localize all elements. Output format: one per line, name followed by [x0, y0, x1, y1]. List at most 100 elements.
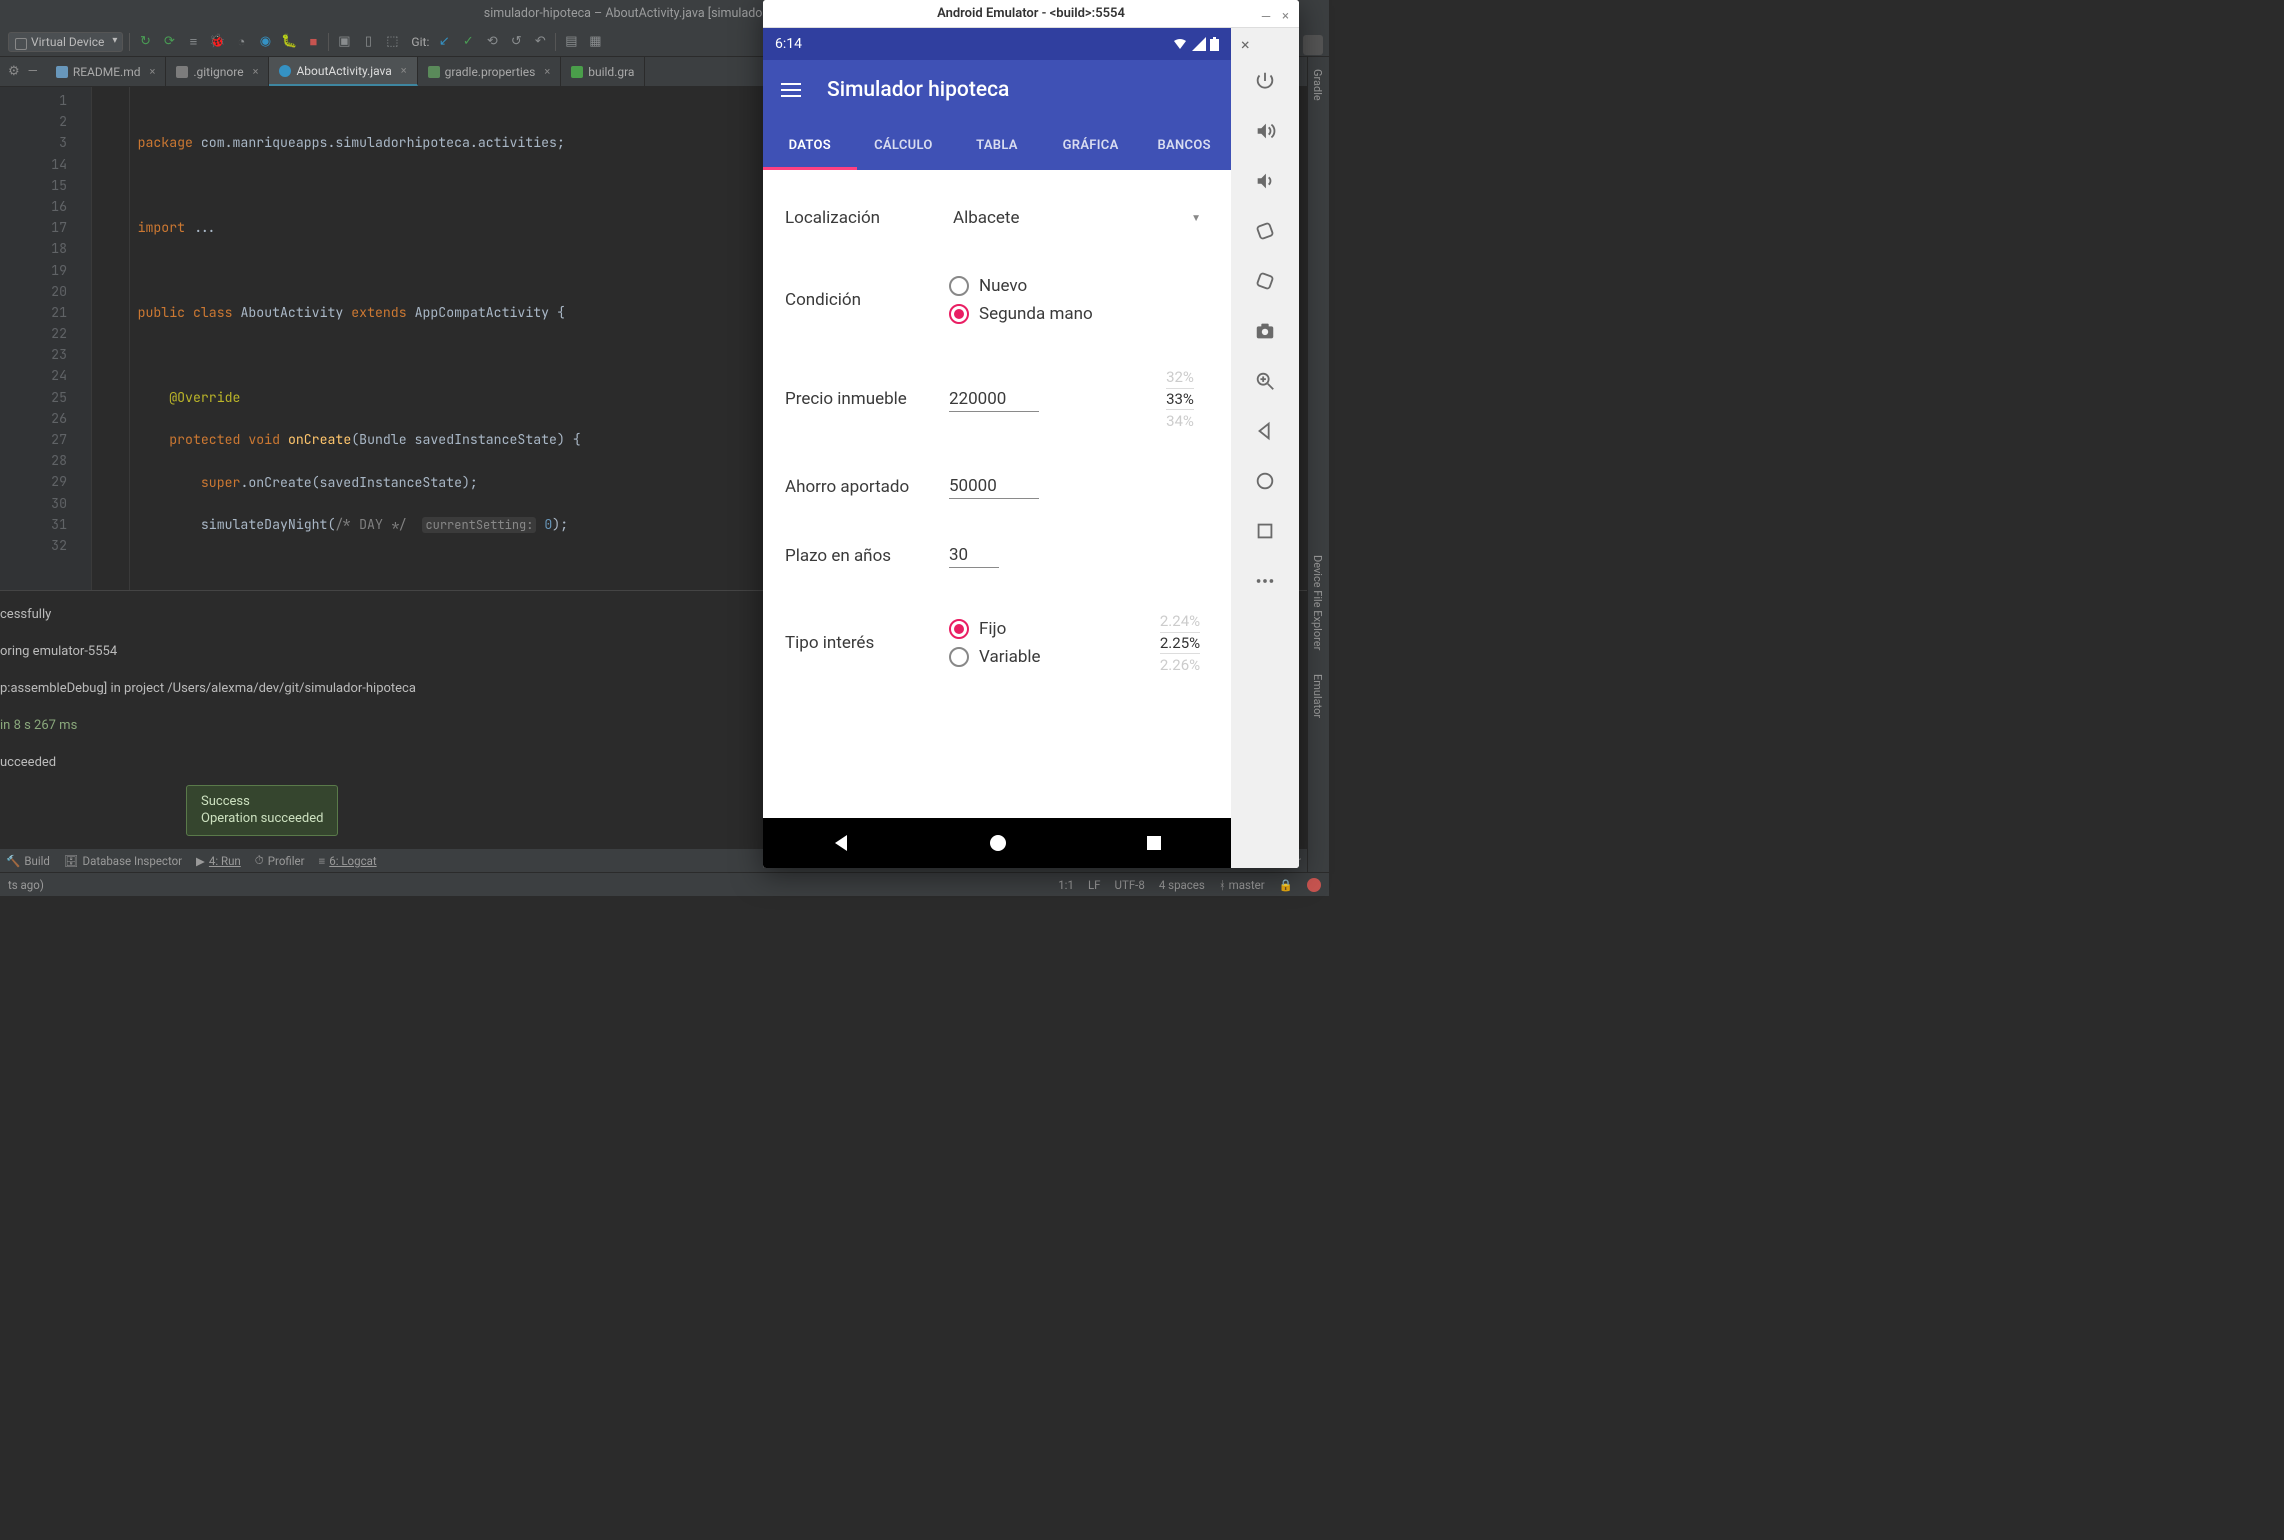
tab-calculo[interactable]: CÁLCULO: [857, 120, 951, 170]
line-number: 25: [0, 387, 67, 408]
battery-icon: [1210, 37, 1219, 51]
undo-icon[interactable]: ↶: [531, 33, 549, 51]
emu-home-icon[interactable]: [1231, 456, 1299, 506]
avd-icon[interactable]: ▣: [335, 33, 353, 51]
emu-overview-icon[interactable]: [1231, 506, 1299, 556]
picker-precio[interactable]: 32% 33% 34%: [1151, 368, 1209, 430]
emu-zoom-icon[interactable]: [1231, 356, 1299, 406]
lock-icon[interactable]: 🔒: [1279, 878, 1293, 892]
close-icon[interactable]: ×: [253, 65, 259, 78]
profile-icon[interactable]: ◉: [256, 33, 274, 51]
nav-back-icon[interactable]: [831, 833, 851, 853]
radio-icon: [949, 647, 969, 667]
line-number: 28: [0, 450, 67, 471]
minimize-icon[interactable]: —: [1261, 4, 1271, 32]
line-separator[interactable]: LF: [1088, 878, 1101, 892]
refresh-icon[interactable]: ⟳: [160, 33, 178, 51]
device-screen[interactable]: 6:14 Simulador hipoteca DATOS CÁLCULO TA…: [763, 28, 1231, 868]
rail-emulator[interactable]: Emulator: [1308, 662, 1327, 730]
tool-run[interactable]: ▶ 4: Run: [196, 854, 241, 868]
nav-home-icon[interactable]: [988, 833, 1008, 853]
radio-nuevo[interactable]: Nuevo: [949, 276, 1209, 296]
rail-device-file-explorer[interactable]: Device File Explorer: [1308, 543, 1327, 662]
align-icon[interactable]: ≡: [184, 33, 202, 51]
emulator-controls: ×: [1231, 28, 1299, 868]
wifi-icon: [1172, 37, 1188, 51]
picker-value: 2.26%: [1160, 656, 1200, 674]
close-icon[interactable]: ×: [401, 64, 407, 77]
tab-tools: ⚙ —: [0, 57, 46, 86]
layout-icon[interactable]: ▦: [586, 33, 604, 51]
menu-icon[interactable]: [781, 83, 801, 97]
device-icon[interactable]: ▯: [359, 33, 377, 51]
input-plazo[interactable]: [949, 543, 999, 568]
tool-build[interactable]: 🔨 Build: [6, 854, 50, 868]
radio-fijo[interactable]: Fijo: [949, 619, 1041, 639]
form-body[interactable]: Localización Albacete ▼ Condición Nuevo: [763, 170, 1231, 818]
line-number: 16: [0, 196, 67, 217]
caret-position[interactable]: 1:1: [1058, 878, 1074, 892]
gradle-icon: [571, 66, 583, 78]
git-pull-icon[interactable]: ↙: [435, 33, 453, 51]
picker-interes[interactable]: 2.24% 2.25% 2.26%: [1151, 612, 1209, 674]
emu-close-icon[interactable]: ×: [1231, 32, 1299, 56]
emu-more-icon[interactable]: [1231, 556, 1299, 606]
signal-icon: [1192, 37, 1206, 51]
tool-logcat[interactable]: ≡ 6: Logcat: [319, 854, 377, 868]
radio-label: Fijo: [979, 619, 1006, 639]
emu-back-icon[interactable]: [1231, 406, 1299, 456]
tab-gitignore[interactable]: .gitignore ×: [166, 57, 269, 86]
emu-screenshot-icon[interactable]: [1231, 306, 1299, 356]
emu-volume-up-icon[interactable]: [1231, 106, 1299, 156]
input-precio[interactable]: [949, 387, 1039, 412]
emulator-title: Android Emulator - <build>:5554: [937, 6, 1125, 21]
nav-recents-icon[interactable]: [1145, 834, 1163, 852]
tab-aboutactivity[interactable]: AboutActivity.java ×: [269, 57, 417, 86]
preview-icon[interactable]: ▤: [562, 33, 580, 51]
input-ahorro[interactable]: [949, 474, 1039, 499]
git-history-icon[interactable]: ⟲: [483, 33, 501, 51]
tab-bancos[interactable]: BANCOS: [1137, 120, 1231, 170]
close-icon[interactable]: ×: [149, 65, 155, 78]
tool-database-inspector[interactable]: 🗄 Database Inspector: [64, 854, 182, 868]
radio-variable[interactable]: Variable: [949, 647, 1041, 667]
git-commit-icon[interactable]: ✓: [459, 33, 477, 51]
tab-build-gradle[interactable]: build.gra: [561, 57, 645, 86]
tab-readme[interactable]: README.md ×: [46, 57, 167, 86]
problems-icon[interactable]: [1307, 878, 1321, 892]
emu-power-icon[interactable]: [1231, 56, 1299, 106]
indent[interactable]: 4 spaces: [1159, 878, 1205, 892]
tab-grafica[interactable]: GRÁFICA: [1044, 120, 1138, 170]
sdk-icon[interactable]: ⬚: [383, 33, 401, 51]
close-icon[interactable]: ×: [544, 65, 550, 78]
emu-volume-down-icon[interactable]: [1231, 156, 1299, 206]
gear-icon[interactable]: ⚙: [8, 64, 20, 79]
tool-profiler[interactable]: ⏱ Profiler: [255, 853, 305, 868]
rail-gradle[interactable]: Gradle: [1308, 57, 1327, 113]
tab-datos[interactable]: DATOS: [763, 120, 857, 170]
clock-icon[interactable]: ◔: [232, 33, 250, 51]
sync-icon[interactable]: ↻: [136, 33, 154, 51]
line-number: 26: [0, 408, 67, 429]
emu-rotate-right-icon[interactable]: [1231, 256, 1299, 306]
close-icon[interactable]: ×: [1282, 3, 1289, 31]
radio-group-condicion: Nuevo Segunda mano: [949, 276, 1209, 324]
emu-rotate-left-icon[interactable]: [1231, 206, 1299, 256]
tab-tabla[interactable]: TABLA: [950, 120, 1044, 170]
encoding[interactable]: UTF-8: [1115, 878, 1145, 892]
git-revert-icon[interactable]: ↺: [507, 33, 525, 51]
chevron-down-icon: ▼: [1191, 213, 1201, 224]
attach-debugger-icon[interactable]: 🐛: [280, 33, 298, 51]
tab-label: README.md: [73, 65, 141, 79]
tab-gradle-properties[interactable]: gradle.properties ×: [418, 57, 562, 86]
label-ahorro: Ahorro aportado: [785, 477, 937, 497]
minimize-icon[interactable]: —: [28, 64, 38, 79]
emulator-window[interactable]: Android Emulator - <build>:5554 — × 6:14…: [763, 0, 1299, 868]
stop-icon[interactable]: ■: [304, 33, 322, 51]
git-branch[interactable]: ᚼ master: [1219, 878, 1265, 892]
dropdown-localizacion[interactable]: Albacete ▼: [949, 204, 1209, 232]
user-avatar[interactable]: [1303, 35, 1323, 55]
device-select[interactable]: Virtual Device: [8, 32, 123, 52]
radio-segunda-mano[interactable]: Segunda mano: [949, 304, 1209, 324]
bug-icon[interactable]: 🐞: [208, 33, 226, 51]
